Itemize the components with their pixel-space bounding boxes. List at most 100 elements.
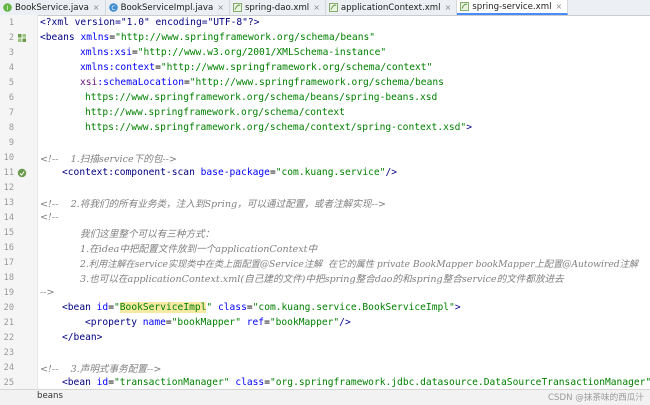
xml-attr-name: ref [246,317,265,328]
code-text: xsi:schemaLocation="http://www.springfra… [80,77,444,88]
code-line: 4 xmlns:context="http://www.springframew… [0,60,650,75]
code-line: 18 3.也可以在applicationContext.xml(自己建的文件)中… [0,270,650,285]
tab-label: applicationContext.xml [340,2,441,13]
code-line: 10 <!-- 1.扫描service下的包--> [0,150,650,165]
line-number: 24 [3,362,14,373]
code-text: <context:component-scan base-package="co… [62,167,397,178]
code-editor[interactable]: 1 <?xml version="1.0" encoding="UTF-8"?>… [0,15,650,405]
code-text: --> [40,287,55,298]
xml-attr-value: " [206,302,213,313]
xml-comment: 我们这里整个可以有三种方式： [80,228,215,240]
code-line: 22 </bean> [0,330,650,345]
tab-label: spring-dao.xml [244,2,310,13]
xml-tag: > [454,302,461,313]
xml-comment: <!-- 2.将我们的所有业务类，注入到Spring，可以通过配置，或者注解实现… [40,198,386,210]
xml-attr-value: "com.kuang.service.BookServiceImpl" [252,302,455,313]
xml-tag: <beans [40,32,81,43]
close-icon[interactable]: × [555,2,562,11]
editor-tab-bar: I BookService.java × C BookServiceImpl.j… [0,0,650,16]
tab-label: BookService.java [15,2,89,13]
code-line: 13 <!-- 2.将我们的所有业务类，注入到Spring，可以通过配置，或者注… [0,195,650,210]
interface-icon: I [3,3,12,12]
spring-xml-icon [329,3,338,12]
code-line: 12 [0,180,650,195]
xml-attr-value: "com.kuang.service" [275,167,386,178]
breadcrumb[interactable]: beans [37,391,63,401]
line-number: 12 [3,182,14,193]
xml-attr-value: "transactionManager" [114,377,230,388]
status-bar: beans CSDN @抹茶味的西瓜汁 [0,389,650,405]
xml-tag: /> [385,167,398,178]
code-line: 8 https://www.springframework.org/schema… [0,120,650,135]
spring-bean-icon[interactable] [17,168,27,178]
xml-attr-value: "bookMapper" [269,317,340,328]
xml-tag: </bean> [62,332,103,343]
xml-attr-name: name [142,317,166,328]
tab-label: BookServiceImpl.java [120,2,214,13]
line-number: 23 [3,347,14,358]
code-line: 7 http://www.springframework.org/schema/… [0,105,650,120]
spring-xml-icon [233,3,242,12]
code-line: 15 我们这里整个可以有三种方式： [0,225,650,240]
code-line: 19 --> [0,285,650,300]
tab-bookservice-java[interactable]: I BookService.java × [0,0,106,15]
line-number: 8 [8,122,14,133]
xml-tag: <bean [62,302,97,313]
spring-xml-icon [460,2,470,11]
xml-attr-value: "http://www.springframework.org/schema/c… [160,62,433,73]
close-icon[interactable]: × [93,3,100,12]
code-text: <property name="bookMapper" ref="bookMap… [85,317,351,328]
code-text: <!-- 2.将我们的所有业务类，注入到Spring，可以通过配置，或者注解实现… [40,196,386,210]
xml-attr-value: "http://www.springframework.org/schema/b… [115,32,376,43]
xml-tag: <property [85,317,143,328]
xml-attr-value: https://www.springframework.org/schema/c… [85,122,467,133]
line-number: 7 [8,107,14,118]
code-text: 2.利用注解在service实现类中在类上面配置@Service注解 在它的属性… [80,256,638,270]
code-line: 25 <bean id="transactionManager" class="o… [0,375,650,390]
line-number: 4 [8,62,14,73]
xml-attr-name: xmlns:context [80,62,156,73]
xml-tag: /> [339,317,351,328]
line-number: 14 [3,212,14,223]
line-number: 13 [3,197,14,208]
code-text: 1.在idea中把配置文件放到一个applicationContext中 [80,241,317,255]
code-text: <!-- 3.声明式事务配置--> [40,361,161,375]
close-icon[interactable]: × [445,3,452,12]
code-text: <!-- 1.扫描service下的包--> [40,151,177,165]
line-number: 5 [8,77,14,88]
line-number: 20 [3,302,14,313]
tab-bookserviceimpl-java[interactable]: C BookServiceImpl.java × [106,0,230,15]
xml-declaration: <?xml version="1.0" encoding="UTF-8"?> [40,17,260,28]
tab-applicationcontext-xml[interactable]: applicationContext.xml × [326,0,458,15]
xml-attr-value: "http://www.springframework.org/schema/b… [189,77,444,88]
xml-attr-name: class [235,377,265,388]
code-line: 1 <?xml version="1.0" encoding="UTF-8"?> [0,15,650,30]
line-number: 6 [8,92,14,103]
close-icon[interactable]: × [313,3,320,12]
tab-label: spring-service.xml [472,1,552,12]
code-text: <beans xmlns="http://www.springframework… [40,32,375,43]
tab-spring-dao-xml[interactable]: spring-dao.xml × [230,0,326,15]
line-number: 3 [8,47,14,58]
line-number: 2 [8,32,14,43]
code-text: </bean> [62,332,102,343]
code-line: 24 <!-- 3.声明式事务配置--> [0,360,650,375]
close-icon[interactable]: × [217,3,224,12]
code-text: <bean id="BookServiceImpl" class="com.ku… [62,302,461,313]
code-text: https://www.springframework.org/schema/c… [85,122,472,133]
xml-attr-value: https://www.springframework.org/schema/b… [85,92,438,103]
spring-context-icon[interactable] [17,33,27,43]
xml-tag: <bean [62,377,97,388]
code-line: 3 xmlns:xsi="http://www.w3.org/2001/XMLS… [0,45,650,60]
svg-text:C: C [111,5,115,12]
xml-comment: 2.利用注解在service实现类中在类上面配置@Service注解 在它的属性… [80,258,639,270]
class-icon: C [108,3,118,12]
tab-spring-service-xml[interactable]: spring-service.xml × [457,0,569,15]
xml-comment: --> [40,287,55,298]
xml-attr-value: "org.springframework.jdbc.datasource.Dat… [269,377,650,388]
xml-attr-name: :schemaLocation [97,77,184,88]
code-text: <!-- [40,212,58,223]
code-line: 23 [0,345,650,360]
code-line: 11 <context:component-scan base-package=… [0,165,650,180]
line-number: 10 [3,152,14,163]
